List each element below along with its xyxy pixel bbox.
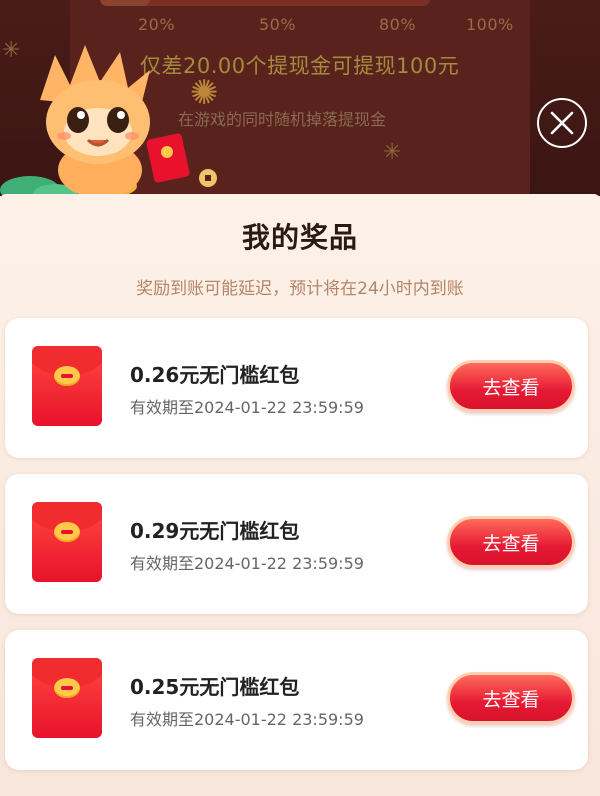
prize-expiry: 有效期至2024-01-22 23:59:59 [130, 554, 364, 573]
prize-card: 0.29元无门槛红包 有效期至2024-01-22 23:59:59 去查看 [5, 474, 588, 614]
prize-expiry: 有效期至2024-01-22 23:59:59 [130, 710, 364, 729]
red-envelope-icon [32, 346, 102, 426]
progress-fill [100, 0, 150, 6]
prize-title: 0.25元无门槛红包 [130, 675, 300, 699]
progress-label-100: 100% [466, 15, 514, 34]
view-prize-button[interactable]: 去查看 [447, 360, 575, 412]
prize-expiry: 有效期至2024-01-22 23:59:59 [130, 398, 364, 417]
firework-icon: ✳ [383, 140, 402, 165]
close-icon [550, 111, 574, 135]
red-envelope-icon [32, 658, 102, 738]
progress-label-50: 50% [259, 15, 297, 34]
sheet-subtitle: 奖励到账可能延迟，预计将在24小时内到账 [136, 279, 464, 299]
prize-title: 0.29元无门槛红包 [130, 519, 300, 543]
view-prize-button[interactable]: 去查看 [447, 516, 575, 568]
view-prize-button[interactable]: 去查看 [447, 672, 575, 724]
prize-card: 0.26元无门槛红包 有效期至2024-01-22 23:59:59 去查看 [5, 318, 588, 458]
dragon-mascot [0, 45, 217, 200]
prizes-sheet: 我的奖品 奖励到账可能延迟，预计将在24小时内到账 0.26元无门槛红包 有效期… [0, 194, 600, 796]
progress-label-80: 80% [379, 15, 417, 34]
red-envelope-icon [32, 502, 102, 582]
progress-label-20: 20% [138, 15, 176, 34]
progress-track [100, 0, 430, 6]
prize-title: 0.26元无门槛红包 [130, 363, 300, 387]
prize-card: 0.25元无门槛红包 有效期至2024-01-22 23:59:59 去查看 [5, 630, 588, 770]
sheet-title: 我的奖品 [241, 221, 358, 254]
close-button[interactable] [537, 98, 587, 148]
